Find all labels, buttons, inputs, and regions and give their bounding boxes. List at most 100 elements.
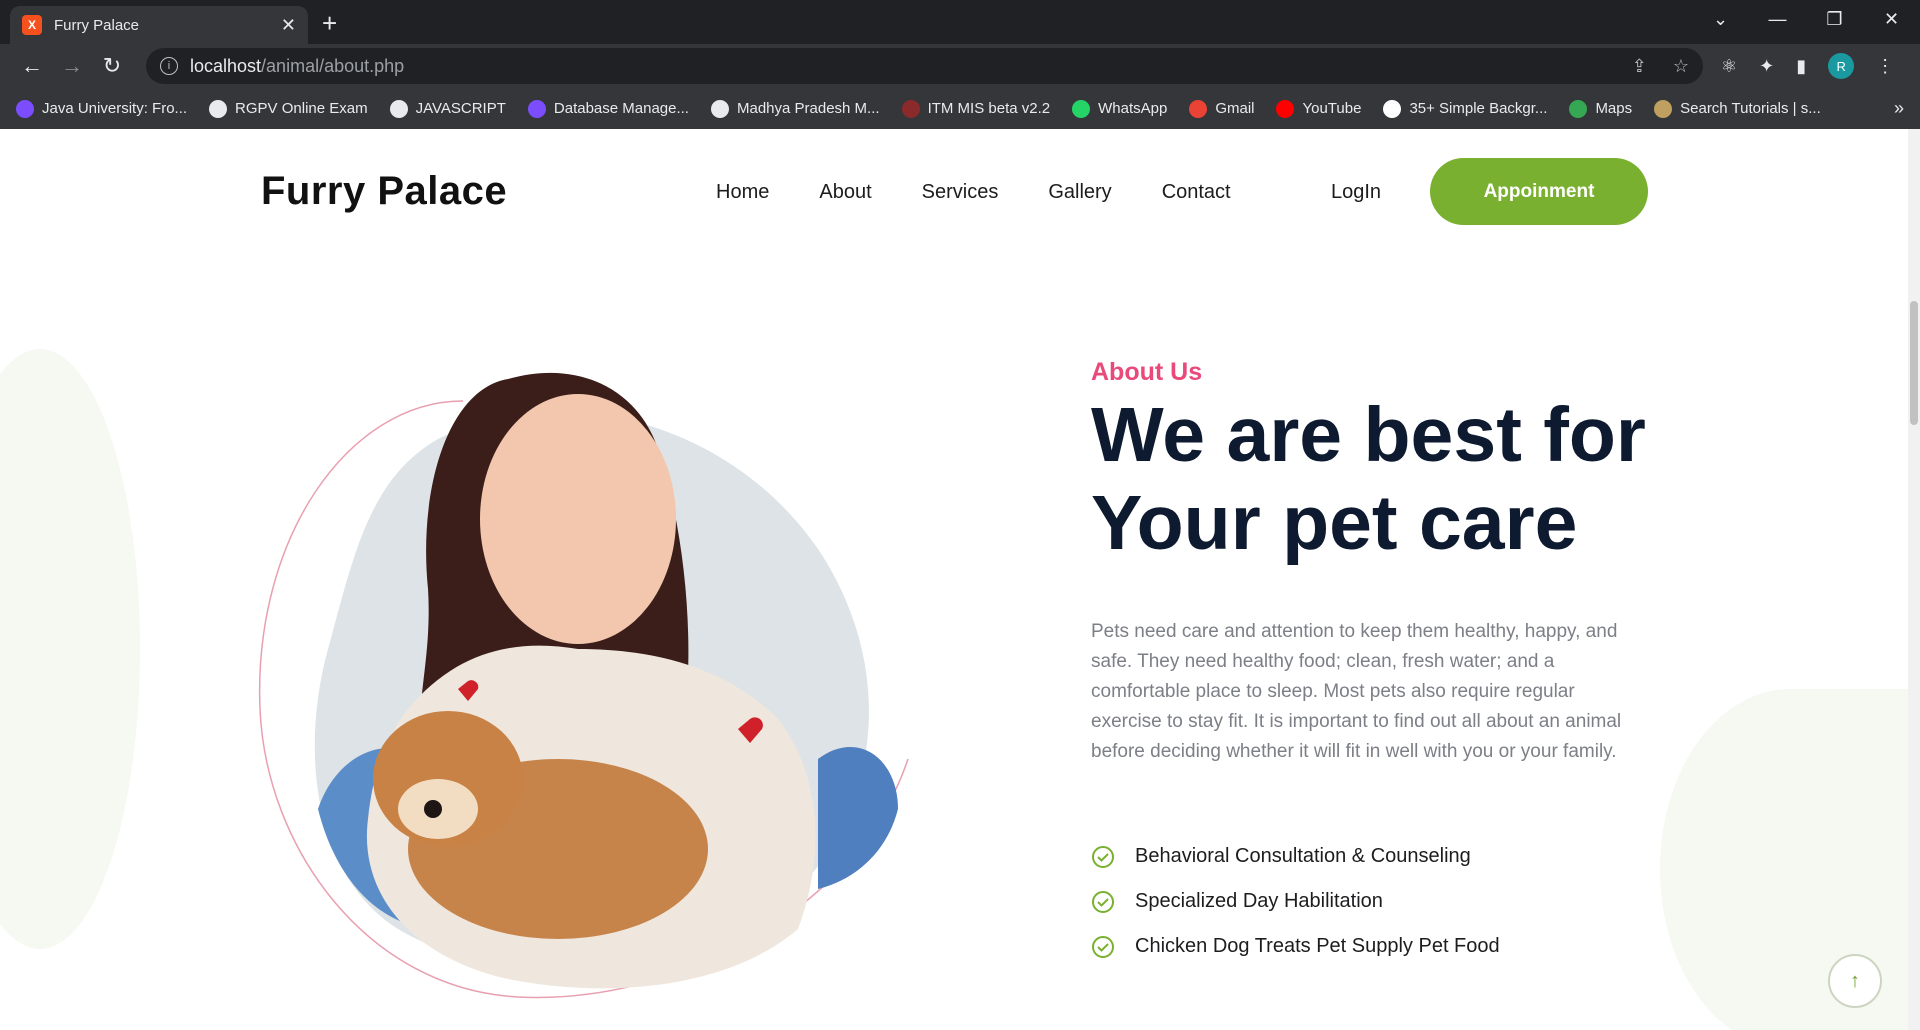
- nav-contact[interactable]: Contact: [1162, 181, 1231, 204]
- more-bookmarks-icon[interactable]: »: [1894, 98, 1904, 119]
- google-icon: [1383, 99, 1402, 118]
- bookmark-item[interactable]: Java University: Fro...: [16, 99, 188, 118]
- bookmark-star-icon[interactable]: ☆: [1673, 56, 1689, 77]
- blue-fabric-right: [818, 747, 898, 889]
- decorative-leaf-left: [0, 349, 140, 949]
- nav-home[interactable]: Home: [716, 181, 769, 204]
- bookmark-favicon-icon: [527, 99, 546, 118]
- url-host: localhost: [190, 55, 262, 76]
- address-bar[interactable]: i localhost/animal/about.php ⇪ ☆: [146, 48, 1703, 84]
- bookmark-item[interactable]: 35+ Simple Backgr...: [1383, 99, 1548, 118]
- nav-about[interactable]: About: [819, 181, 871, 204]
- bookmark-favicon-icon: [710, 99, 729, 118]
- bookmark-label: Maps: [1595, 100, 1633, 117]
- address-row: ← → ↻ i localhost/animal/about.php ⇪ ☆ ⚛…: [0, 44, 1920, 88]
- bookmark-favicon-icon: [901, 99, 920, 118]
- extensions-puzzle-icon[interactable]: ✦: [1759, 56, 1774, 77]
- appointment-button[interactable]: Appoinment: [1430, 158, 1648, 225]
- bookmark-label: Database Manage...: [553, 100, 689, 117]
- feature-label: Behavioral Consultation & Counseling: [1135, 845, 1471, 867]
- headline-line-1: We are best for: [1091, 392, 1646, 478]
- extension-area: ⚛ ✦ ▮ R ⋮: [1721, 53, 1894, 79]
- main-nav: Home About Services Gallery Contact: [716, 181, 1231, 204]
- bookmark-label: YouTube: [1302, 100, 1362, 117]
- bookmark-item[interactable]: WhatsApp: [1072, 99, 1168, 118]
- bookmark-item[interactable]: RGPV Online Exam: [209, 99, 368, 118]
- url-path: /animal/about.php: [261, 55, 405, 76]
- browser-tab[interactable]: X Furry Palace ✕: [10, 6, 308, 44]
- bookmark-item[interactable]: Maps: [1569, 99, 1633, 118]
- scrollbar-thumb[interactable]: [1910, 301, 1918, 425]
- dog-nose: [424, 800, 442, 818]
- react-devtools-icon[interactable]: ⚛: [1721, 56, 1737, 77]
- bookmark-item[interactable]: Madhya Pradesh M...: [710, 99, 880, 118]
- about-description: Pets need care and attention to keep the…: [1091, 621, 1622, 762]
- back-icon[interactable]: ←: [12, 53, 52, 79]
- nav-gallery[interactable]: Gallery: [1048, 181, 1111, 204]
- gmail-icon: [1189, 99, 1208, 118]
- site-info-icon[interactable]: i: [160, 57, 178, 75]
- minimize-icon[interactable]: —: [1749, 0, 1806, 38]
- bookmark-favicon-icon: [209, 99, 228, 118]
- bookmark-label: Madhya Pradesh M...: [736, 100, 880, 117]
- menu-kebab-icon[interactable]: ⋮: [1876, 56, 1894, 77]
- bookmarks-bar: Java University: Fro... RGPV Online Exam…: [0, 88, 1920, 129]
- forward-icon[interactable]: →: [52, 53, 92, 79]
- bookmark-favicon-icon: [1654, 99, 1673, 118]
- feature-item: Behavioral Consultation & Counseling: [1091, 834, 1500, 879]
- tab-search-chevron-icon[interactable]: ⌄: [1692, 0, 1749, 38]
- nav-services[interactable]: Services: [922, 181, 999, 204]
- page-headline: We are best for Your pet care: [1091, 391, 1651, 567]
- bookmark-label: WhatsApp: [1098, 100, 1168, 117]
- whatsapp-icon: [1072, 99, 1091, 118]
- bookmark-label: RGPV Online Exam: [235, 100, 368, 117]
- share-icon[interactable]: ⇪: [1632, 56, 1647, 77]
- window-controls: ⌄ — ❐ ✕: [1692, 0, 1920, 38]
- close-window-icon[interactable]: ✕: [1863, 0, 1920, 38]
- face: [480, 394, 676, 644]
- bookmark-item[interactable]: YouTube: [1276, 99, 1362, 118]
- tab-title: Furry Palace: [54, 16, 140, 34]
- bookmark-label: JAVASCRIPT: [415, 100, 506, 117]
- maps-icon: [1569, 99, 1588, 118]
- reload-icon[interactable]: ↻: [92, 53, 132, 79]
- close-tab-icon[interactable]: ✕: [281, 15, 296, 36]
- bookmark-item[interactable]: Search Tutorials | s...: [1654, 99, 1821, 118]
- restore-icon[interactable]: ❐: [1806, 0, 1863, 38]
- arrow-up-icon: ↑: [1850, 969, 1860, 992]
- feature-label: Specialized Day Habilitation: [1135, 890, 1383, 912]
- bookmark-favicon-icon: [16, 99, 34, 118]
- bookmark-item[interactable]: Gmail: [1189, 99, 1255, 118]
- section-eyebrow: About Us: [1091, 358, 1203, 386]
- login-link[interactable]: LogIn: [1331, 181, 1381, 204]
- bookmark-item[interactable]: ITM MIS beta v2.2: [901, 99, 1051, 118]
- youtube-icon: [1276, 99, 1295, 118]
- browser-chrome: X Furry Palace ✕ + ⌄ — ❐ ✕ ← → ↻ i local…: [0, 0, 1920, 129]
- xampp-favicon-icon: X: [22, 15, 42, 35]
- bookmark-label: 35+ Simple Backgr...: [1409, 100, 1548, 117]
- bookmark-favicon-icon: [389, 99, 408, 118]
- feature-item: Chicken Dog Treats Pet Supply Pet Food: [1091, 924, 1500, 969]
- hero-image: [258, 372, 909, 999]
- site-header: Furry Palace Home About Services Gallery…: [0, 129, 1920, 257]
- bookmark-label: ITM MIS beta v2.2: [927, 100, 1051, 117]
- check-circle-icon: [1092, 890, 1114, 913]
- headline-line-2: Your pet care: [1091, 480, 1578, 566]
- bookmark-label: Gmail: [1215, 100, 1255, 117]
- bookmark-item[interactable]: JAVASCRIPT: [389, 99, 506, 118]
- bookmark-label: Search Tutorials | s...: [1680, 100, 1821, 117]
- bookmark-label: Java University: Fro...: [42, 100, 188, 117]
- scroll-to-top-button[interactable]: ↑: [1828, 954, 1882, 1008]
- check-circle-icon: [1092, 935, 1114, 958]
- new-tab-icon[interactable]: +: [322, 8, 337, 39]
- check-circle-icon: [1092, 845, 1114, 868]
- site-logo[interactable]: Furry Palace: [261, 169, 507, 214]
- profile-avatar[interactable]: R: [1828, 53, 1855, 79]
- side-panel-icon[interactable]: ▮: [1796, 56, 1806, 77]
- feature-list: Behavioral Consultation & Counseling Spe…: [1091, 834, 1500, 969]
- page-scrollbar[interactable]: [1908, 129, 1920, 1030]
- feature-label: Chicken Dog Treats Pet Supply Pet Food: [1135, 935, 1500, 957]
- bookmark-item[interactable]: Database Manage...: [527, 99, 689, 118]
- page-viewport: Furry Palace Home About Services Gallery…: [0, 129, 1920, 1030]
- omnibox-actions: ⇪ ☆: [1632, 56, 1689, 77]
